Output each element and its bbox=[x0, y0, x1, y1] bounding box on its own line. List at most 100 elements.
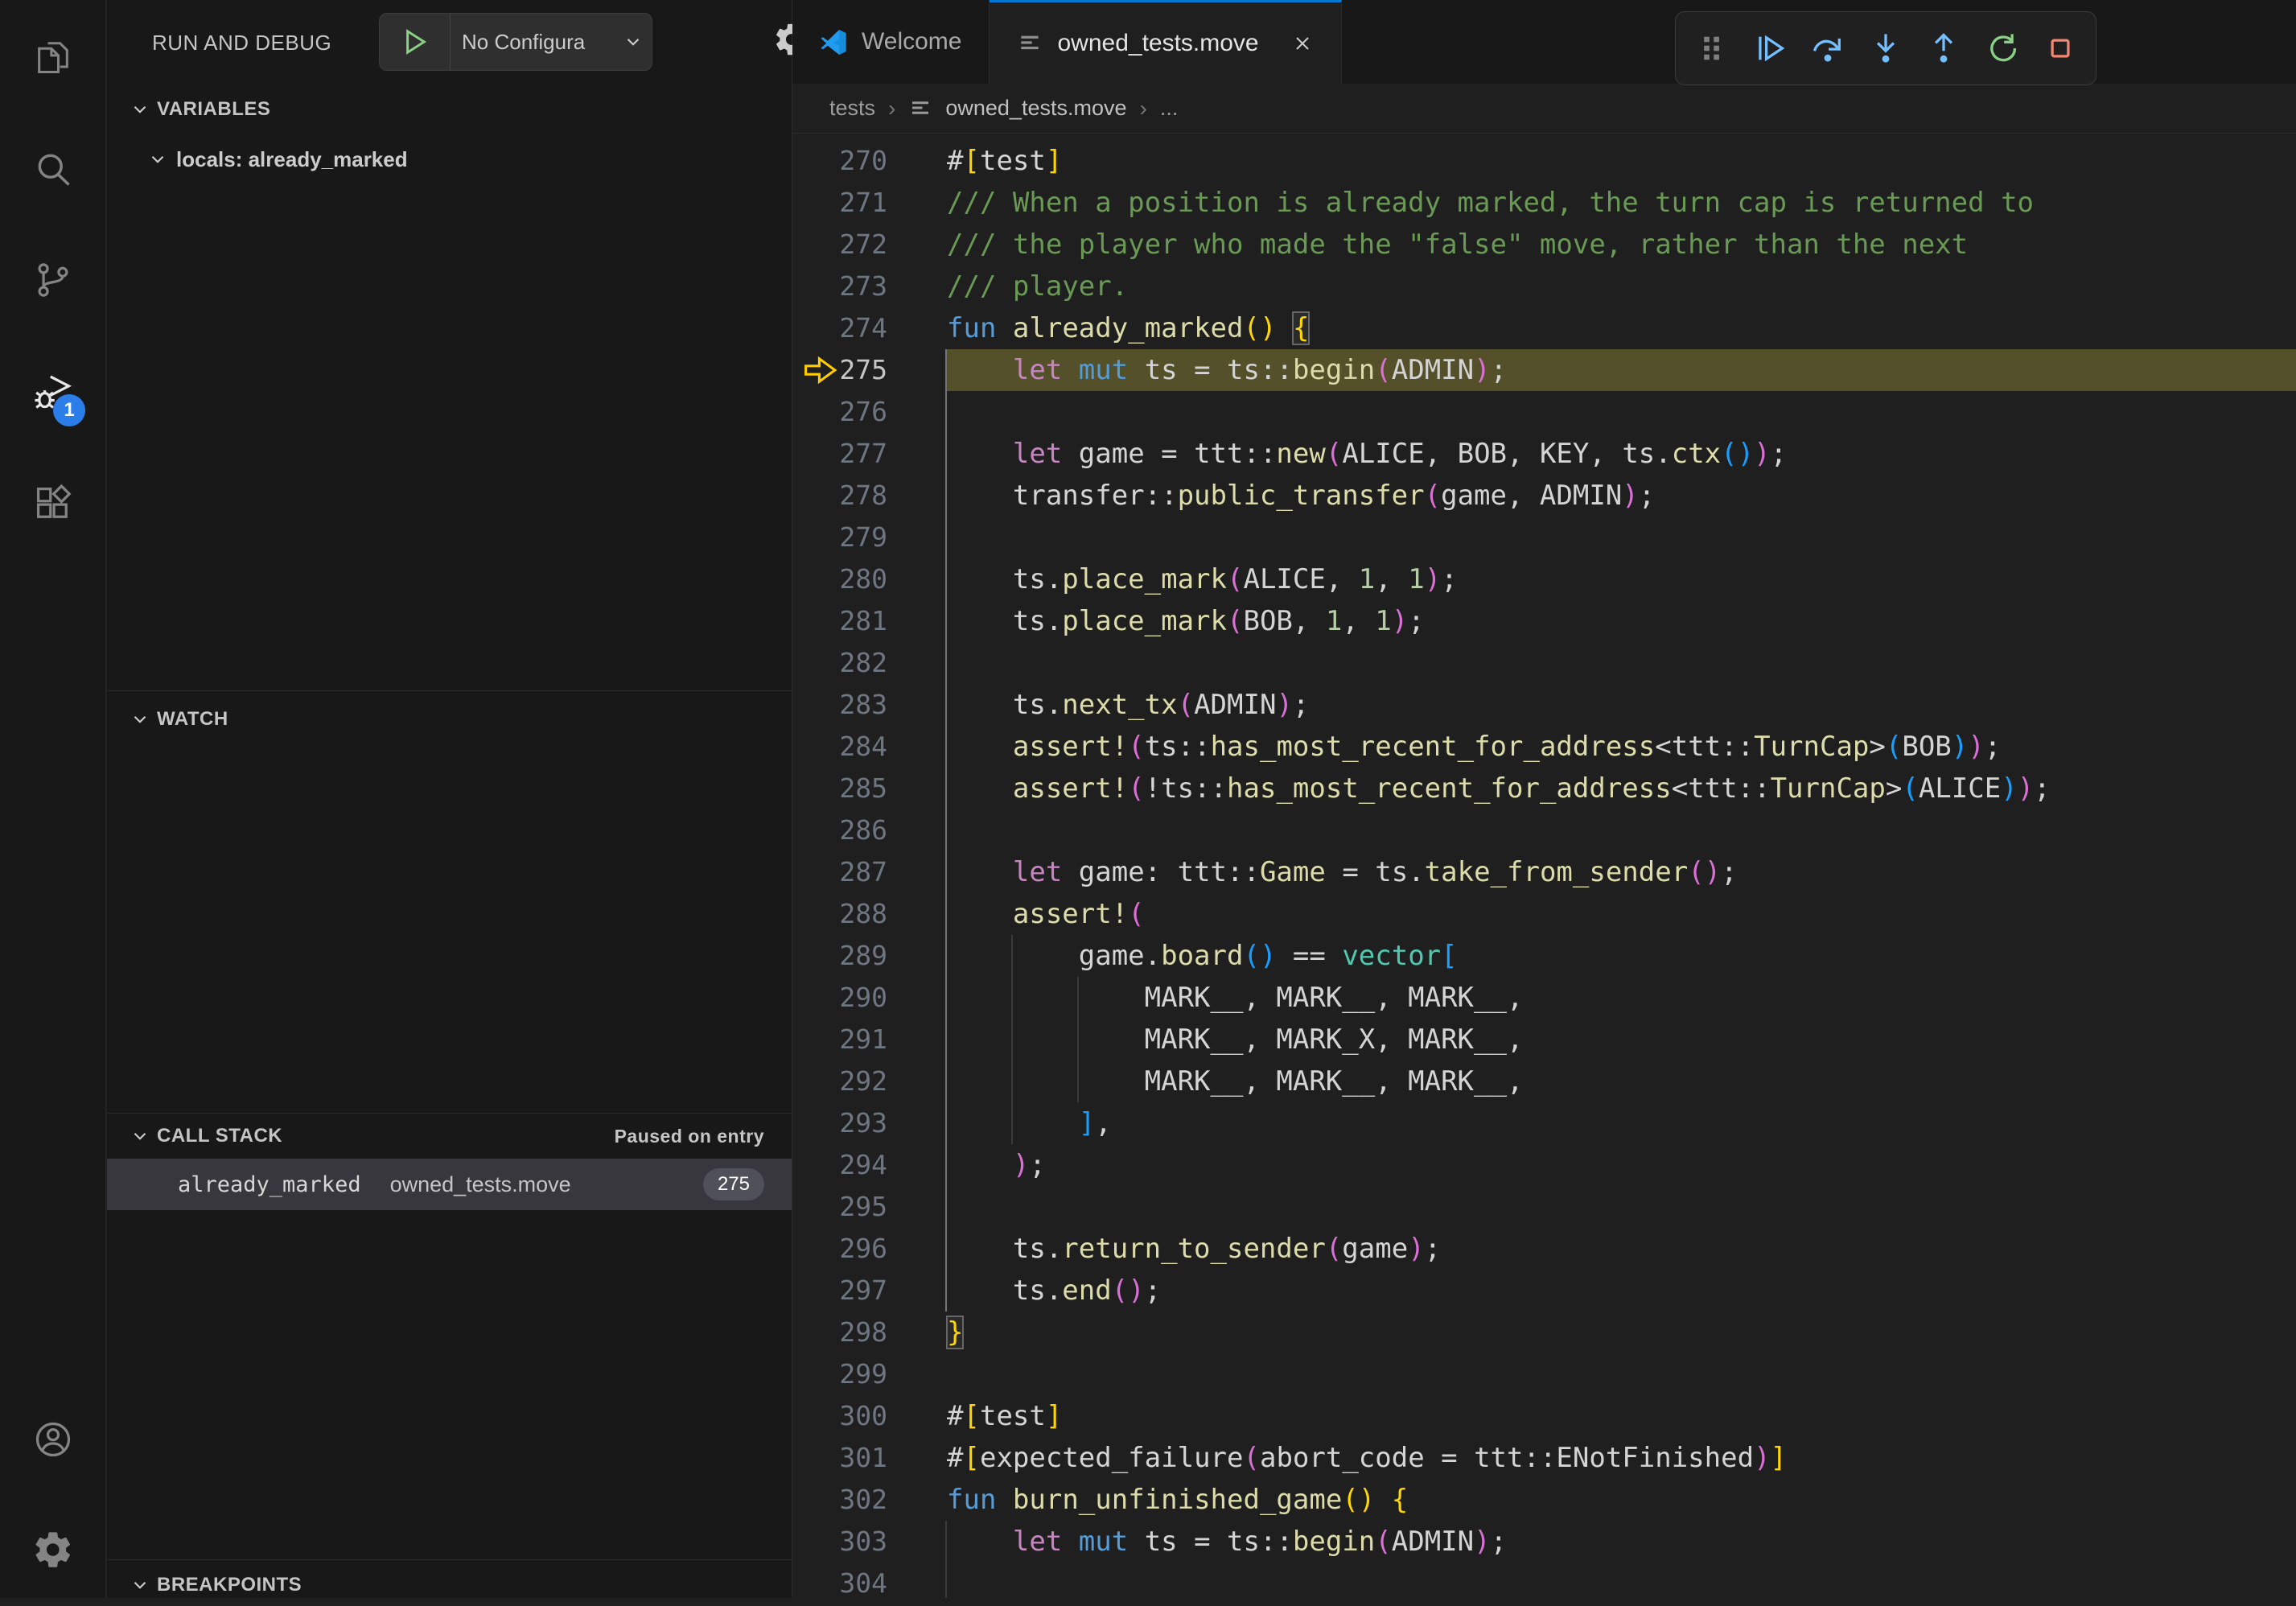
tab-welcome[interactable]: Welcome bbox=[792, 0, 990, 84]
line-number[interactable]: 270 bbox=[792, 140, 887, 182]
sidebar-title: RUN AND DEBUG bbox=[152, 31, 331, 56]
line-number[interactable]: 281 bbox=[792, 600, 887, 642]
step-into-icon[interactable] bbox=[1863, 26, 1908, 71]
code-text: /// When a position is already marked, t… bbox=[947, 182, 2034, 224]
section-variables[interactable]: VARIABLES bbox=[107, 89, 792, 130]
line-number[interactable]: 302 bbox=[792, 1479, 887, 1521]
line-number[interactable]: 288 bbox=[792, 893, 887, 935]
line-number[interactable]: 291 bbox=[792, 1019, 887, 1060]
vscode-logo-icon bbox=[820, 28, 847, 56]
code-line-272: 272 /// the player who made the "false" m… bbox=[792, 224, 2296, 266]
line-number[interactable]: 304 bbox=[792, 1563, 887, 1598]
line-number[interactable]: 301 bbox=[792, 1437, 887, 1479]
line-number[interactable]: 287 bbox=[792, 851, 887, 893]
tab-owned-tests-move[interactable]: owned_tests.move bbox=[990, 0, 1341, 84]
search-icon[interactable] bbox=[0, 130, 106, 208]
line-number[interactable]: 278 bbox=[792, 475, 887, 517]
breadcrumb-file[interactable]: owned_tests.move bbox=[945, 96, 1126, 121]
code-lines: 270 #[test] 271 /// When a position is alre… bbox=[792, 140, 2296, 1598]
chevron-down-icon[interactable] bbox=[623, 31, 652, 52]
line-number[interactable]: 297 bbox=[792, 1270, 887, 1312]
source-control-icon[interactable] bbox=[0, 241, 106, 319]
line-number[interactable]: 295 bbox=[792, 1186, 887, 1228]
code-text: ], bbox=[947, 1102, 1112, 1144]
line-number[interactable]: 277 bbox=[792, 433, 887, 475]
activity-bar: 1 bbox=[0, 0, 106, 1598]
code-line-273: 273/// player. bbox=[792, 266, 2296, 307]
frame-file: owned_tests.move bbox=[390, 1172, 571, 1197]
chevron-down-icon bbox=[130, 709, 150, 730]
line-number[interactable]: 293 bbox=[792, 1102, 887, 1144]
config-dropdown[interactable]: No Configura bbox=[451, 30, 623, 55]
continue-icon[interactable] bbox=[1747, 26, 1792, 71]
line-number[interactable]: 286 bbox=[792, 809, 887, 851]
breadcrumb: tests › owned_tests.move › ... bbox=[792, 84, 2296, 134]
frame-function: already_marked bbox=[178, 1172, 361, 1197]
section-watch[interactable]: WATCH bbox=[107, 698, 792, 740]
code-line-277: 277 let game = ttt::new(ALICE, BOB, KEY,… bbox=[792, 433, 2296, 475]
close-icon[interactable] bbox=[1291, 32, 1314, 55]
code-line-274: 274fun already_marked() { bbox=[792, 307, 2296, 349]
line-number[interactable]: 300 bbox=[792, 1395, 887, 1437]
line-number[interactable]: 284 bbox=[792, 726, 887, 768]
line-number[interactable]: 274 bbox=[792, 307, 887, 349]
code-line-300: 300 #[test] bbox=[792, 1395, 2296, 1437]
line-number[interactable]: 282 bbox=[792, 642, 887, 684]
code-text: ts.next_tx(ADMIN); bbox=[947, 684, 1309, 726]
settings-gear-icon[interactable] bbox=[0, 1511, 106, 1588]
line-number[interactable]: 303 bbox=[792, 1521, 887, 1563]
line-number[interactable]: 285 bbox=[792, 768, 887, 809]
code-text: MARK__, MARK__, MARK__, bbox=[947, 977, 1523, 1019]
section-call-stack[interactable]: CALL STACK Paused on entry bbox=[107, 1115, 792, 1157]
code-text: transfer::public_transfer(game, ADMIN); bbox=[947, 475, 1655, 517]
run-and-debug-icon[interactable]: 1 bbox=[0, 354, 106, 431]
debug-badge: 1 bbox=[53, 394, 85, 426]
step-out-icon[interactable] bbox=[1921, 26, 1966, 71]
line-number[interactable]: 273 bbox=[792, 266, 887, 307]
code-text: fun burn_unfinished_game() { bbox=[947, 1479, 1408, 1521]
code-editor[interactable]: 270 #[test] 271 /// When a position is alre… bbox=[792, 134, 2296, 1598]
code-line-287: 287 let game: ttt::Game = ts.take_from_s… bbox=[792, 851, 2296, 893]
line-number[interactable]: 290 bbox=[792, 977, 887, 1019]
line-number[interactable]: 271 bbox=[792, 182, 887, 224]
code-line-299: 299 bbox=[792, 1353, 2296, 1395]
drag-handle-icon[interactable] bbox=[1689, 26, 1734, 71]
code-line-278: 278 transfer::public_transfer(game, ADMI… bbox=[792, 475, 2296, 517]
code-line-292: 292 MARK__, MARK__, MARK__, bbox=[792, 1060, 2296, 1102]
line-number[interactable]: 289 bbox=[792, 935, 887, 977]
code-line-285: 285 assert!(!ts::has_most_recent_for_add… bbox=[792, 768, 2296, 809]
call-stack-frame[interactable]: already_marked owned_tests.move 275 bbox=[107, 1159, 792, 1210]
code-text: let mut ts = ts::begin(ADMIN); bbox=[947, 1521, 1507, 1563]
line-number[interactable]: 272 bbox=[792, 224, 887, 266]
line-number[interactable]: 283 bbox=[792, 684, 887, 726]
line-number[interactable]: 279 bbox=[792, 517, 887, 558]
line-number[interactable]: 280 bbox=[792, 558, 887, 600]
code-text: MARK__, MARK__, MARK__, bbox=[947, 1060, 1523, 1102]
code-text: ts.end(); bbox=[947, 1270, 1161, 1312]
code-text: assert!( bbox=[947, 893, 1145, 935]
code-line-303: 303 let mut ts = ts::begin(ADMIN); bbox=[792, 1521, 2296, 1563]
account-icon[interactable] bbox=[0, 1401, 106, 1478]
move-file-icon bbox=[908, 97, 932, 121]
stop-icon[interactable] bbox=[2038, 26, 2083, 71]
line-number[interactable]: 294 bbox=[792, 1144, 887, 1186]
line-number[interactable]: 298 bbox=[792, 1312, 887, 1353]
line-number[interactable]: 299 bbox=[792, 1353, 887, 1395]
breadcrumb-symbol[interactable]: ... bbox=[1160, 96, 1179, 121]
extensions-icon[interactable] bbox=[0, 465, 106, 542]
code-text: let game = ttt::new(ALICE, BOB, KEY, ts.… bbox=[947, 433, 1787, 475]
restart-icon[interactable] bbox=[1980, 26, 2025, 71]
code-text: ts.place_mark(BOB, 1, 1); bbox=[947, 600, 1425, 642]
explorer-icon[interactable] bbox=[0, 18, 106, 95]
start-debug-button[interactable] bbox=[380, 14, 451, 70]
step-over-icon[interactable] bbox=[1805, 26, 1850, 71]
code-text: #[test] bbox=[947, 1395, 1062, 1437]
code-line-281: 281 ts.place_mark(BOB, 1, 1); bbox=[792, 600, 2296, 642]
breadcrumb-folder[interactable]: tests bbox=[829, 96, 875, 121]
line-number[interactable]: 296 bbox=[792, 1228, 887, 1270]
variables-scope-locals[interactable]: locals: already_marked bbox=[107, 137, 792, 182]
code-text: /// the player who made the "false" move… bbox=[947, 224, 1968, 266]
section-breakpoints[interactable]: BREAKPOINTS bbox=[107, 1564, 792, 1606]
line-number[interactable]: 292 bbox=[792, 1060, 887, 1102]
section-divider bbox=[107, 1113, 792, 1114]
